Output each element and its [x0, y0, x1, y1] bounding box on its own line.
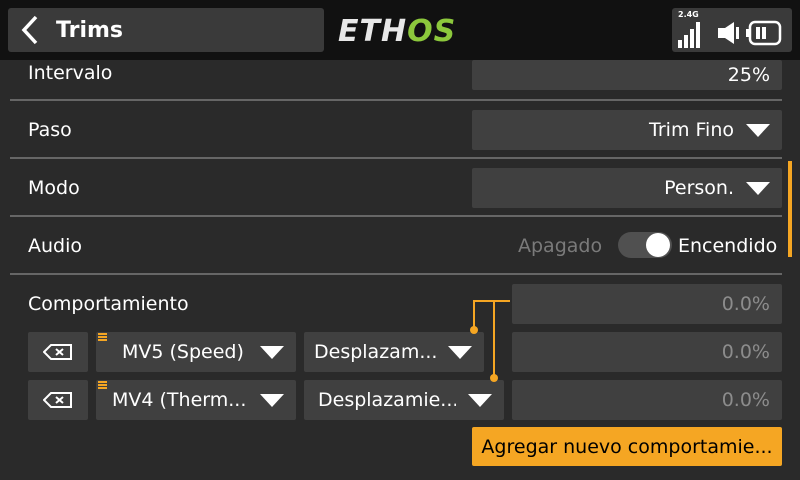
- ethos-logo: ETHOS: [338, 14, 457, 49]
- value-text: 0.0%: [721, 389, 770, 411]
- battery-icon: [746, 20, 782, 46]
- scrollbar[interactable]: [788, 161, 792, 257]
- value-text: 0.0%: [721, 293, 770, 315]
- page-title: Trims: [56, 17, 123, 43]
- action-dropdown[interactable]: Desplazamie...: [304, 380, 504, 420]
- toggle-knob: [646, 233, 670, 257]
- intervalo-label: Intervalo: [28, 62, 113, 84]
- add-behavior-button[interactable]: Agregar nuevo comportamie...: [472, 427, 782, 466]
- intervalo-field[interactable]: 25%: [472, 60, 782, 90]
- chevron-left-icon: [21, 15, 38, 45]
- rf-band-label: 2.4G: [678, 10, 699, 19]
- action-dropdown[interactable]: Desplazam...: [304, 332, 484, 372]
- item-value-field[interactable]: 0.0%: [512, 332, 782, 372]
- divider: [10, 273, 782, 275]
- delete-icon: [43, 344, 72, 360]
- comportamiento-header-value[interactable]: 0.0%: [512, 284, 782, 324]
- caret-down-icon: [448, 345, 472, 359]
- caret-down-icon: [746, 181, 770, 195]
- divider: [10, 157, 782, 159]
- caret-down-icon: [746, 123, 770, 137]
- source-dropdown[interactable]: MV5 (Speed): [96, 332, 296, 372]
- paso-label: Paso: [28, 119, 72, 141]
- back-button[interactable]: [8, 8, 52, 52]
- audio-on-label: Encendido: [678, 235, 778, 257]
- paso-value: Trim Fino: [649, 119, 734, 141]
- source-dropdown[interactable]: MV4 (Therm...: [96, 380, 296, 420]
- delete-button[interactable]: [28, 332, 88, 372]
- source-marker: [98, 381, 107, 389]
- source-value: MV4 (Therm...: [112, 389, 247, 411]
- action-value: Desplazamie...: [318, 389, 456, 411]
- signal-icon: [678, 22, 700, 48]
- intervalo-value: 25%: [727, 64, 770, 86]
- caret-down-icon: [260, 393, 284, 407]
- delete-icon: [43, 392, 72, 408]
- item-value-field[interactable]: 0.0%: [512, 380, 782, 420]
- source-marker: [98, 333, 107, 341]
- modo-value: Person.: [664, 177, 734, 199]
- comportamiento-label: Comportamiento: [28, 293, 189, 315]
- add-behavior-label: Agregar nuevo comportamie...: [481, 435, 773, 458]
- modo-label: Modo: [28, 177, 80, 199]
- status-area: 2.4G: [672, 8, 792, 52]
- caret-down-icon: [468, 393, 492, 407]
- paso-dropdown[interactable]: Trim Fino: [472, 110, 782, 150]
- divider: [10, 99, 782, 101]
- caret-down-icon: [260, 345, 284, 359]
- modo-dropdown[interactable]: Person.: [472, 168, 782, 208]
- top-bar: Trims ETHOS 2.4G: [0, 0, 800, 60]
- action-value: Desplazam...: [314, 341, 436, 363]
- volume-icon[interactable]: [716, 20, 740, 46]
- audio-off-label: Apagado: [518, 235, 603, 257]
- divider: [10, 215, 782, 217]
- delete-button[interactable]: [28, 380, 88, 420]
- audio-label: Audio: [28, 235, 83, 257]
- title-area: Trims: [8, 8, 324, 52]
- source-value: MV5 (Speed): [122, 341, 244, 363]
- value-text: 0.0%: [721, 341, 770, 363]
